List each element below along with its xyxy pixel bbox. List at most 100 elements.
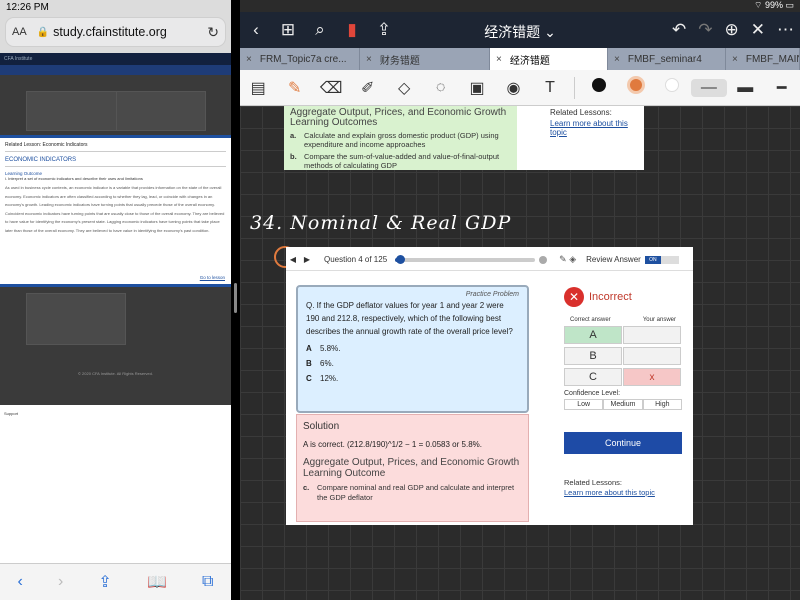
tab-finance-errors[interactable]: × 财务错题 (360, 48, 490, 70)
your-answer-header: Your answer (642, 317, 676, 323)
camera-icon[interactable]: ◉ (495, 78, 531, 98)
tab-close-icon[interactable]: × (614, 54, 620, 65)
highlighter-icon[interactable]: ✐ (349, 78, 385, 98)
go-to-lesson-link[interactable]: Go to lesson (200, 275, 225, 280)
split-handle[interactable] (234, 283, 237, 313)
learning-outcome-text: i. Interpret a set of economic indicator… (5, 176, 143, 181)
pen-icon[interactable]: ✎ (276, 78, 312, 98)
solution-heading: Aggregate Output, Prices, and Economic G… (303, 457, 520, 479)
forward-icon[interactable]: › (58, 573, 63, 591)
confidence-medium[interactable]: Medium (603, 399, 643, 410)
related-lessons-link[interactable]: Learn more about this topic (564, 488, 682, 497)
tab-economics-errors[interactable]: × 经济错题 (490, 48, 608, 70)
correct-answer-cell: A (564, 326, 622, 344)
color-orange[interactable] (618, 76, 654, 99)
prev-question-icon[interactable]: ◀ (286, 255, 300, 264)
question-counter: Question 4 of 125 (324, 255, 388, 264)
color-white[interactable] (654, 78, 690, 97)
dimmed-question-card (26, 91, 126, 131)
confidence-low[interactable]: Low (564, 399, 604, 410)
popup-title: ECONOMIC INDICATORS (5, 157, 226, 167)
answer-option[interactable]: A 5.8%. (306, 344, 519, 353)
site-header-text: CFA Institute (4, 56, 33, 62)
outcome-item: b. Compare the sum-of-value-added and val… (290, 152, 511, 170)
address-bar[interactable]: AA 🔒 study.cfainstitute.org ↻ (5, 17, 226, 47)
answer-option[interactable]: C 12%. (306, 374, 519, 383)
question-progress[interactable] (395, 254, 536, 264)
status-battery: ⌔ 99% ▭ (754, 0, 794, 10)
answer-row: A (564, 326, 682, 344)
related-lessons-link[interactable]: Learn more about this topic (550, 119, 644, 137)
correct-answer-header: Correct answer (570, 317, 611, 323)
answer-row: B (564, 347, 682, 365)
eraser-icon[interactable]: ⌫ (313, 78, 349, 98)
outcome-letter: c. (303, 483, 310, 492)
outcome-text: Calculate and explain gross domestic pro… (304, 131, 499, 149)
question-prompt: Q. If the GDP deflator values for year 1… (306, 301, 513, 336)
tab-frm[interactable]: × FRM_Topic7a cre... (240, 48, 360, 70)
tab-close-icon[interactable]: × (246, 54, 252, 65)
reader-aa-button[interactable]: AA (12, 26, 27, 38)
split-divider[interactable] (231, 0, 240, 600)
tab-fmbf-main[interactable]: × FMBF_MAIN_ (726, 48, 800, 70)
question-nav: ◀ ▶ Question 4 of 125 ✎ ◈ Review Answer … (286, 249, 693, 271)
status-time: 12:26 PM (6, 2, 49, 13)
site-nav-bar (0, 65, 231, 75)
shapes-icon[interactable]: ◇ (386, 78, 422, 98)
back-chevron-icon[interactable]: ‹ (240, 20, 272, 40)
highlighter-tool-icon[interactable]: ✎ ◈ (559, 254, 576, 265)
color-black-swatch (592, 78, 607, 92)
tab-close-icon[interactable]: × (366, 54, 372, 65)
redo-icon[interactable]: ↷ (698, 20, 712, 40)
lasso-icon[interactable]: ◌ (422, 79, 458, 97)
image-icon[interactable]: ▣ (459, 78, 495, 98)
answer-option[interactable]: B 6%. (306, 359, 519, 368)
support-link[interactable]: Support (4, 411, 18, 416)
tab-label: 财务错题 (379, 55, 420, 67)
stroke-thick[interactable]: ━ (764, 78, 800, 98)
text-icon[interactable]: T (532, 79, 568, 97)
continue-button[interactable]: Continue (564, 432, 682, 454)
pasted-question-card[interactable]: ◀ ▶ Question 4 of 125 ✎ ◈ Review Answer … (286, 247, 693, 525)
handwritten-note: 34. Nominal & Real GDP (250, 212, 512, 234)
site-header: CFA Institute (0, 53, 231, 65)
confidence-high[interactable]: High (642, 399, 682, 410)
stroke-medium[interactable]: ▬ (727, 79, 763, 97)
incorrect-x-icon: ✕ (564, 287, 584, 307)
undo-icon[interactable]: ↶ (672, 20, 686, 40)
color-orange-swatch (626, 76, 645, 94)
tab-label: FRM_Topic7a cre... (259, 53, 347, 65)
solution-outcome-item: c. Compare nominal and real GDP and calcu… (303, 483, 522, 503)
search-icon[interactable]: ⌕ (304, 20, 336, 40)
notes-topbar: ‹ ⊞ ⌕ ▮ ⇪ 经济错题 ⌄ ↶ ↷ ⊕ ✕ ⋯ (240, 12, 800, 48)
stroke-thin[interactable]: — (690, 78, 728, 97)
battery-text: 99% (764, 0, 783, 10)
bookmarks-icon[interactable]: 📖 (147, 572, 167, 592)
url-text[interactable]: study.cfainstitute.org (53, 25, 207, 39)
note-canvas[interactable]: Aggregate Output, Prices, and Economic G… (240, 106, 800, 600)
read-mode-icon[interactable]: ▤ (240, 78, 276, 98)
share-icon[interactable]: ⇪ (368, 20, 400, 40)
bookmark-icon[interactable]: ▮ (336, 20, 368, 40)
share-icon[interactable]: ⇪ (98, 572, 111, 592)
tab-fmbf-seminar[interactable]: × FMBF_seminar4 (608, 48, 726, 70)
review-answer-toggle[interactable]: ON (644, 255, 679, 264)
reload-icon[interactable]: ↻ (207, 24, 219, 41)
close-icon[interactable]: ✕ (751, 20, 765, 40)
safari-pane: 12:26 PM AA 🔒 study.cfainstitute.org ↻ C… (0, 0, 231, 600)
grid-icon[interactable]: ⊞ (272, 20, 304, 40)
color-black[interactable] (581, 78, 617, 97)
back-icon[interactable]: ‹ (18, 573, 23, 591)
tab-close-icon[interactable]: × (496, 54, 502, 65)
progress-knob[interactable] (395, 254, 405, 264)
more-icon[interactable]: ⋯ (777, 20, 794, 40)
tab-close-icon[interactable]: × (732, 54, 738, 65)
tab-bar: × FRM_Topic7a cre... × 财务错题 × 经济错题 × FMBF_se… (240, 48, 800, 70)
notes-pane: ⌔ 99% ▭ ‹ ⊞ ⌕ ▮ ⇪ 经济错题 ⌄ ↶ ↷ ⊕ ✕ ⋯ × FRM_… (240, 0, 800, 600)
popup-body: As used in business cycle contexts, an e… (5, 185, 225, 233)
add-page-icon[interactable]: ⊕ (725, 20, 739, 40)
next-question-icon[interactable]: ▶ (300, 255, 314, 264)
web-content: CFA Institute Related Lesson: Economic I… (0, 53, 231, 563)
pasted-learning-outcomes[interactable]: Aggregate Output, Prices, and Economic G… (284, 106, 644, 170)
tabs-icon[interactable]: ⧉ (202, 573, 213, 591)
